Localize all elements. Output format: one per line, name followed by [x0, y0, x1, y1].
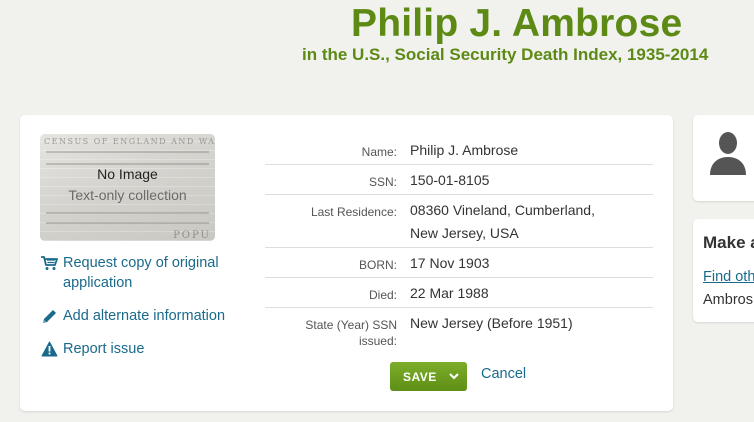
no-image-label: No Image	[97, 166, 158, 182]
request-copy-link[interactable]: Request copy of original application	[39, 253, 239, 293]
save-button[interactable]: SAVE	[390, 362, 467, 391]
detail-value: 150-01-8105	[410, 172, 490, 188]
detail-value: Philip J. Ambrose	[410, 142, 519, 158]
cart-icon	[39, 253, 59, 273]
make-card-name: Ambros	[703, 292, 753, 308]
report-issue-label: Report issue	[63, 341, 145, 357]
detail-label: State (Year) SSN issued:	[305, 318, 397, 348]
record-details: Name: Philip J. Ambrose SSN: 150-01-8105…	[265, 136, 653, 348]
pencil-icon	[39, 306, 59, 326]
detail-label: Name:	[361, 145, 397, 159]
make-card-title: Make a	[703, 233, 754, 252]
detail-row: Last Residence: 08360 Vineland, Cumberla…	[265, 195, 653, 248]
record-image-placeholder: CENSUS OF ENGLAND AND WALES. POPU No Ima…	[40, 134, 215, 241]
chevron-down-icon	[449, 371, 459, 383]
document-footer-text: POPU	[173, 230, 211, 241]
detail-row: SSN: 150-01-8105	[265, 165, 653, 195]
detail-value: New Jersey (Before 1951)	[410, 315, 573, 331]
document-header-text: CENSUS OF ENGLAND AND WALES.	[44, 137, 215, 146]
cancel-link[interactable]: Cancel	[481, 366, 526, 382]
find-others-link[interactable]: Find oth	[703, 269, 754, 285]
record-card: CENSUS OF ENGLAND AND WALES. POPU No Ima…	[20, 115, 673, 411]
person-avatar-icon	[708, 129, 748, 180]
report-issue-link[interactable]: Report issue	[39, 339, 144, 359]
detail-label: BORN:	[358, 258, 397, 272]
warning-icon	[39, 339, 59, 359]
detail-label: Died:	[368, 288, 397, 302]
collection-subtitle: in the U.S., Social Security Death Index…	[302, 45, 709, 64]
document-line	[46, 212, 209, 214]
save-button-label: SAVE	[403, 369, 437, 384]
add-alternate-label: Add alternate information	[63, 308, 226, 324]
detail-row: Name: Philip J. Ambrose	[265, 136, 653, 165]
profile-card	[693, 115, 754, 201]
text-only-label: Text-only collection	[68, 187, 187, 203]
detail-row: State (Year) SSN issued: New Jersey (Bef…	[265, 308, 653, 348]
document-line	[46, 222, 209, 224]
detail-value: 08360 Vineland, Cumberland, New Jersey, …	[410, 202, 595, 241]
page-title: Philip J. Ambrose	[351, 2, 683, 45]
detail-value: 17 Nov 1903	[410, 255, 490, 271]
document-line	[46, 151, 209, 153]
detail-label: Last Residence:	[310, 205, 397, 219]
detail-value: 22 Mar 1988	[410, 285, 489, 301]
make-connection-card: Make a Find oth Ambros	[693, 219, 754, 322]
add-alternate-info-link[interactable]: Add alternate information	[39, 306, 225, 326]
detail-row: BORN: 17 Nov 1903	[265, 248, 653, 278]
document-line	[46, 163, 209, 165]
detail-row: Died: 22 Mar 1988	[265, 278, 653, 308]
request-copy-label: Request copy of original application	[63, 255, 219, 291]
detail-label: SSN:	[368, 175, 397, 189]
